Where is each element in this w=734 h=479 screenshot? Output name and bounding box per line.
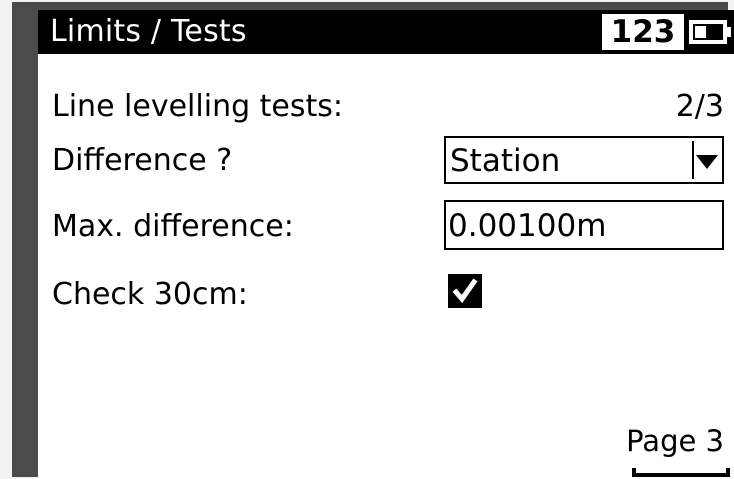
max-difference-label: Max. difference:: [52, 209, 294, 244]
display-screen: Limits / Tests 123 Line levelling tests:…: [38, 10, 734, 479]
difference-dropdown[interactable]: Station: [444, 136, 724, 184]
softkey-label: Page 3: [626, 424, 724, 458]
battery-icon: [689, 20, 731, 44]
check-30cm-checkbox[interactable]: [448, 274, 482, 308]
page-indicator: 2/3: [675, 89, 724, 124]
page-softkey[interactable]: Page 3: [610, 422, 730, 479]
title-bar: Limits / Tests 123: [38, 10, 734, 54]
max-difference-field[interactable]: 0.00100m: [444, 200, 724, 250]
screen-title: Limits / Tests: [50, 14, 247, 49]
max-difference-value: 0.00100m: [448, 208, 607, 244]
chevron-down-icon: [696, 155, 718, 169]
device-bezel: Limits / Tests 123 Line levelling tests:…: [12, 2, 734, 479]
difference-selected-value: Station: [450, 143, 561, 179]
softkey-bracket-icon: [632, 468, 730, 477]
input-mode-indicator: 123: [602, 14, 684, 50]
line-levelling-tests-label: Line levelling tests:: [52, 89, 344, 124]
check-30cm-label: Check 30cm:: [52, 277, 248, 312]
dropdown-arrow-icon[interactable]: [692, 141, 720, 179]
checkmark-icon: [452, 278, 478, 304]
difference-label: Difference ?: [52, 143, 233, 178]
